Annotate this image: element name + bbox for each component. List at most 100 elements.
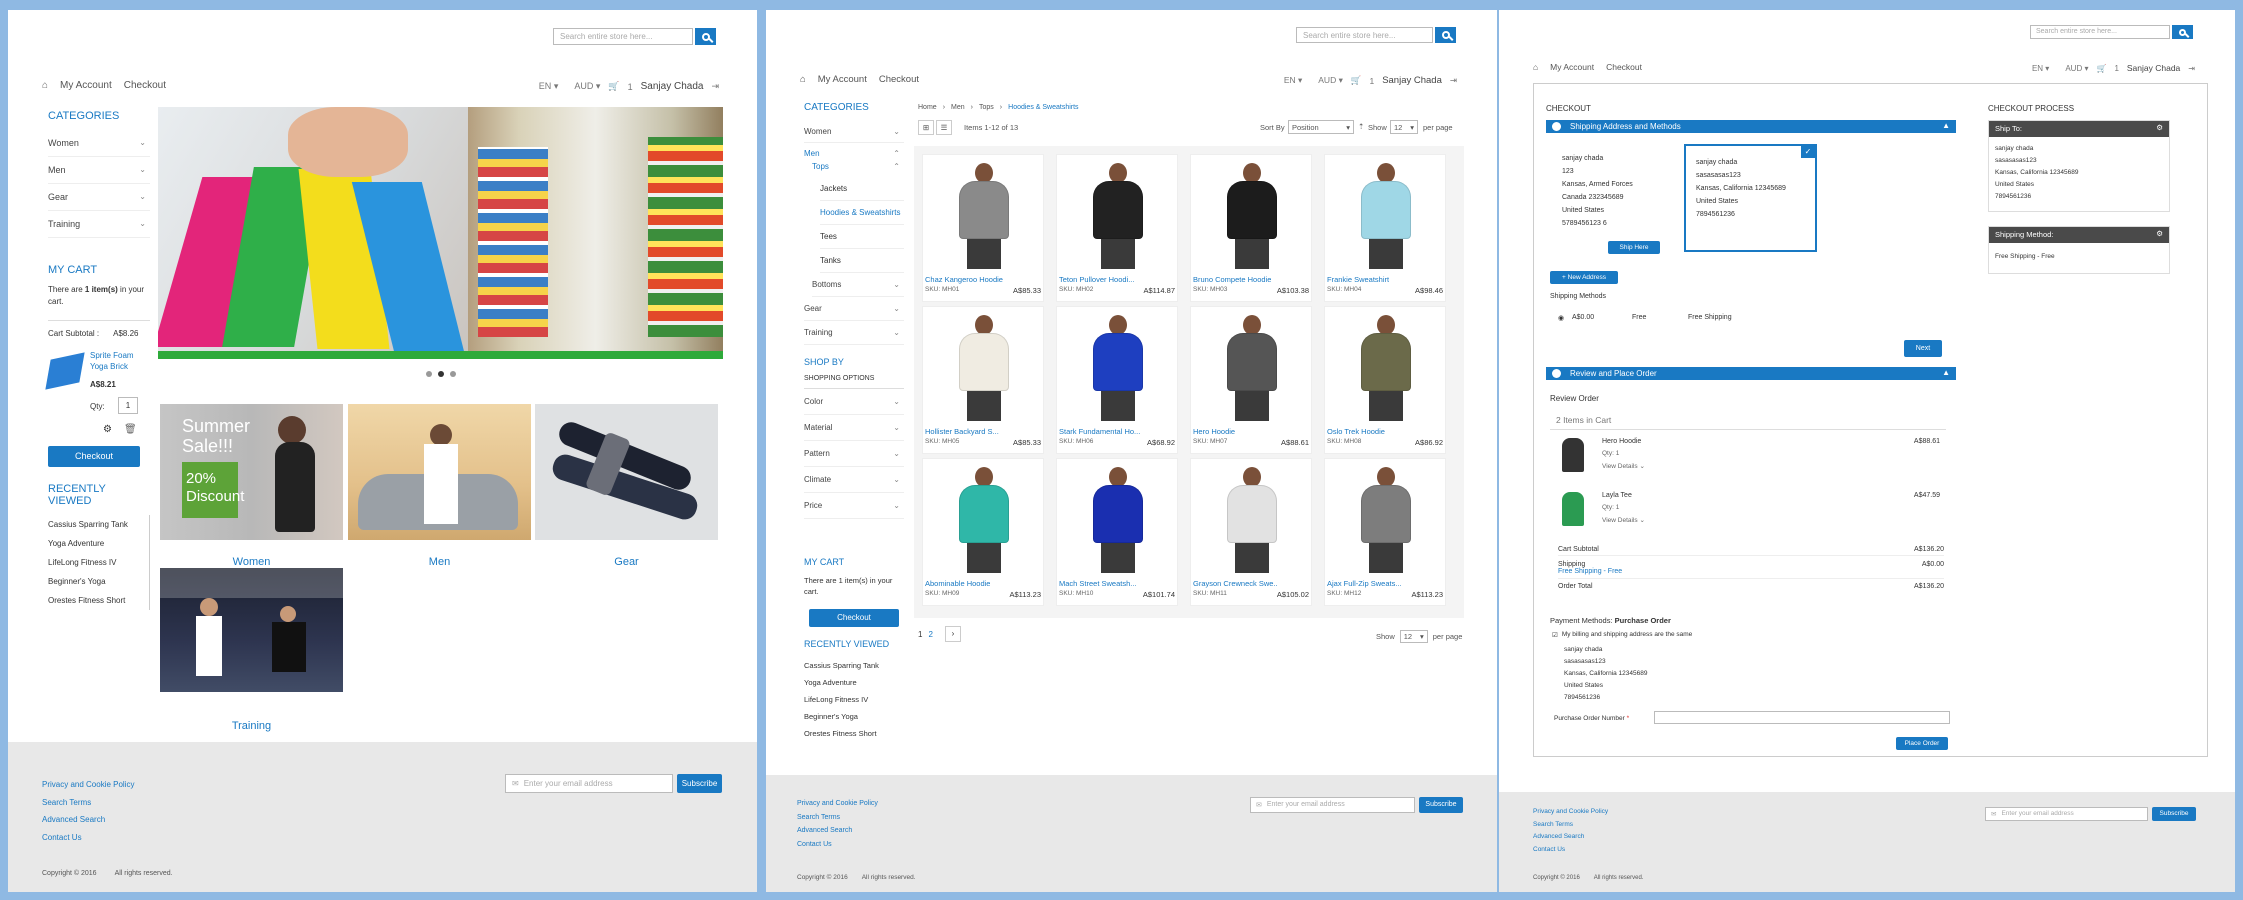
product-name[interactable]: Abominable Hoodie xyxy=(925,579,990,588)
product-name[interactable]: Teton Pullover Hoodi... xyxy=(1059,275,1134,284)
same-address-checkbox[interactable]: ☑ My billing and shipping address are the… xyxy=(1552,631,1692,639)
product-name[interactable]: Stark Fundamental Ho... xyxy=(1059,427,1140,436)
my-account-link[interactable]: My Account xyxy=(60,80,112,91)
sort-direction-icon[interactable]: ⇡ xyxy=(1358,122,1364,131)
category-tile-men[interactable] xyxy=(348,404,531,540)
currency-switcher[interactable]: AUD ▾ xyxy=(566,81,600,92)
footer-link[interactable]: Contact Us xyxy=(797,838,878,852)
recent-item[interactable]: Orestes Fitness Short xyxy=(48,591,149,610)
breadcrumb-item[interactable]: Home xyxy=(918,104,937,111)
filter-price[interactable]: Price ⌄ xyxy=(804,493,904,519)
radio-selected-icon[interactable]: ◉ xyxy=(1558,314,1572,322)
next-button[interactable]: Next xyxy=(1904,340,1942,357)
user-name[interactable]: Sanjay Chada xyxy=(2127,63,2180,73)
delete-icon[interactable]: 🗑 xyxy=(124,424,137,435)
footer-link[interactable]: Privacy and Cookie Policy xyxy=(1533,806,1608,819)
logout-icon[interactable]: ⇥ xyxy=(711,81,719,92)
view-details-toggle[interactable]: View Details ⌄ xyxy=(1602,462,1645,470)
product-name[interactable]: Frankie Sweatshirt xyxy=(1327,275,1389,284)
product-card[interactable]: Chaz Kangeroo Hoodie SKU: MH01 A$85.33 xyxy=(922,154,1044,302)
logout-icon[interactable]: ⇥ xyxy=(2188,64,2195,73)
tile-label-training[interactable]: Training xyxy=(160,720,343,732)
view-details-toggle[interactable]: View Details ⌄ xyxy=(1602,516,1645,524)
category-item[interactable]: Women ⌄ xyxy=(48,130,150,157)
search-button[interactable] xyxy=(2172,25,2193,39)
recent-item[interactable]: Cassius Sparring Tank xyxy=(804,657,904,674)
product-name[interactable]: Oslo Trek Hoodie xyxy=(1327,427,1385,436)
category-item-bottoms[interactable]: Bottoms ⌄ xyxy=(812,273,904,297)
breadcrumb-item[interactable]: Men xyxy=(951,104,965,111)
product-card[interactable]: Hero Hoodie SKU: MH07 A$88.61 xyxy=(1190,306,1312,454)
search-input[interactable]: Search entire store here... xyxy=(1296,27,1433,43)
newsletter-email-input[interactable]: ✉ Enter your email address xyxy=(1250,797,1415,813)
next-page-button[interactable]: › xyxy=(944,626,961,642)
product-card[interactable]: Oslo Trek Hoodie SKU: MH08 A$86.92 xyxy=(1324,306,1446,454)
my-account-link[interactable]: My Account xyxy=(1550,62,1594,72)
grid-view-icon[interactable]: ⊞ xyxy=(918,120,934,135)
breadcrumb-item[interactable]: Tops xyxy=(979,104,994,111)
checkout-link[interactable]: Checkout xyxy=(879,74,919,85)
category-item-women[interactable]: Women ⌄ xyxy=(804,121,904,143)
category-item-jackets[interactable]: Jackets xyxy=(820,177,904,201)
review-section-header[interactable]: Review and Place Order ▲ xyxy=(1546,367,1956,380)
product-name[interactable]: Bruno Compete Hoodie xyxy=(1193,275,1271,284)
shipping-section-header[interactable]: Shipping Address and Methods ▲ xyxy=(1546,120,1956,133)
product-name[interactable]: Mach Street Sweatsh... xyxy=(1059,579,1137,588)
recent-item[interactable]: Cassius Sparring Tank xyxy=(48,515,149,534)
product-name[interactable]: Hollister Backyard S... xyxy=(925,427,999,436)
cart-icon[interactable]: 🛒 xyxy=(608,81,619,92)
product-image[interactable] xyxy=(1221,163,1283,269)
language-switcher[interactable]: EN ▾ xyxy=(531,81,559,92)
category-item[interactable]: Training ⌄ xyxy=(48,211,150,238)
search-input[interactable]: Search entire store here... xyxy=(2030,25,2170,39)
qty-input[interactable]: 1 xyxy=(118,397,138,414)
ship-here-button[interactable]: Ship Here xyxy=(1608,241,1660,254)
sort-select[interactable]: Position ▾ xyxy=(1288,120,1354,134)
tile-label-women[interactable]: Women xyxy=(160,556,343,568)
recent-item[interactable]: Orestes Fitness Short xyxy=(804,725,904,742)
product-image[interactable] xyxy=(953,467,1015,573)
recent-item[interactable]: Beginner's Yoga xyxy=(48,572,149,591)
carousel-dot[interactable] xyxy=(426,371,432,377)
hero-banner[interactable] xyxy=(158,107,723,359)
category-item-training[interactable]: Training ⌄ xyxy=(804,321,904,345)
footer-link[interactable]: Privacy and Cookie Policy xyxy=(797,797,878,811)
tile-label-men[interactable]: Men xyxy=(348,556,531,568)
language-switcher[interactable]: EN ▾ xyxy=(2024,64,2049,73)
product-card[interactable]: Abominable Hoodie SKU: MH09 A$113.23 xyxy=(922,458,1044,606)
footer-link[interactable]: Search Terms xyxy=(42,794,134,812)
search-button[interactable] xyxy=(1435,27,1456,43)
checkout-button[interactable]: Checkout xyxy=(48,446,140,467)
tile-label-gear[interactable]: Gear xyxy=(535,556,718,568)
product-card[interactable]: Mach Street Sweatsh... SKU: MH10 A$101.74 xyxy=(1056,458,1178,606)
home-icon[interactable]: ⌂ xyxy=(1533,62,1538,72)
footer-link[interactable]: Search Terms xyxy=(797,811,878,825)
limiter-select[interactable]: 12 ▾ xyxy=(1390,120,1418,134)
product-name[interactable]: Ajax Full-Zip Sweats... xyxy=(1327,579,1402,588)
gear-icon[interactable]: ⚙ xyxy=(2156,229,2163,238)
recent-item[interactable]: LifeLong Fitness IV xyxy=(804,691,904,708)
category-item-tees[interactable]: Tees xyxy=(820,225,904,249)
category-item-men[interactable]: Men ⌃ xyxy=(804,143,904,160)
page-link[interactable]: 2 xyxy=(928,630,932,639)
category-tile-gear[interactable] xyxy=(535,404,718,540)
footer-link[interactable]: Advanced Search xyxy=(42,811,134,829)
carousel-dot-active[interactable] xyxy=(438,371,444,377)
category-item-tanks[interactable]: Tanks xyxy=(820,249,904,273)
product-thumbnail[interactable] xyxy=(45,352,85,390)
product-card[interactable]: Hollister Backyard S... SKU: MH05 A$85.33 xyxy=(922,306,1044,454)
recent-item[interactable]: Yoga Adventure xyxy=(48,534,149,553)
category-tile-women[interactable]: Summer Sale!!! 20% Discount xyxy=(160,404,343,540)
footer-link[interactable]: Contact Us xyxy=(42,829,134,847)
address-card-selected[interactable]: sanjay chada sasasasas123 Kansas, Califo… xyxy=(1684,144,1817,252)
product-card[interactable]: Frankie Sweatshirt SKU: MH04 A$98.46 xyxy=(1324,154,1446,302)
cart-icon[interactable]: 🛒 xyxy=(1351,75,1362,86)
list-view-icon[interactable]: ☰ xyxy=(936,120,952,135)
user-name[interactable]: Sanjay Chada xyxy=(641,81,704,92)
subscribe-button[interactable]: Subscribe xyxy=(1419,797,1463,813)
filter-climate[interactable]: Climate ⌄ xyxy=(804,467,904,493)
product-image[interactable] xyxy=(953,315,1015,421)
recent-item[interactable]: Yoga Adventure xyxy=(804,674,904,691)
filter-material[interactable]: Material ⌄ xyxy=(804,415,904,441)
address-card[interactable]: sanjay chada 123 Kansas, Armed Forces Ca… xyxy=(1562,152,1633,230)
